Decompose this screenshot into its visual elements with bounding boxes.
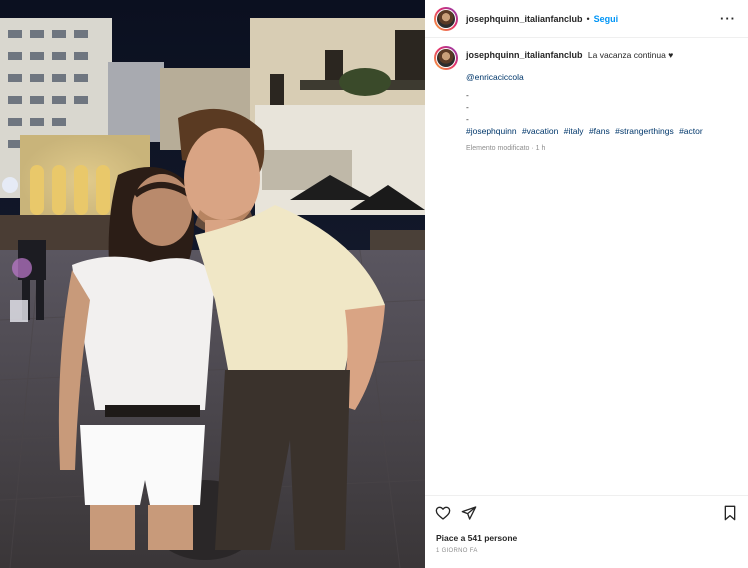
- post-footer: Piace a 541 persone 1 GIORNO FA: [425, 495, 748, 568]
- caption-dashes: - - -: [466, 89, 736, 125]
- hashtags: #josephquinn #vacation #italy #fans #str…: [466, 125, 736, 137]
- caption-body: josephquinn_italianfanclub La vacanza co…: [466, 46, 736, 155]
- hashtag-link[interactable]: #vacation: [522, 126, 558, 136]
- hashtag-link[interactable]: #actor: [679, 126, 703, 136]
- action-bar: [435, 505, 477, 526]
- mention-link[interactable]: @enricaciccola: [466, 72, 524, 82]
- edited-timestamp: Elemento modificato · 1 h: [466, 145, 546, 152]
- post-photo[interactable]: [0, 0, 425, 568]
- follow-button[interactable]: Segui: [594, 14, 619, 24]
- dash-line: -: [466, 102, 469, 112]
- more-options-icon[interactable]: ···: [720, 11, 736, 26]
- photo-illustration: [0, 0, 425, 568]
- post-details-panel: josephquinn_italianfanclub • Segui ··· j…: [425, 0, 748, 568]
- heart-icon[interactable]: [435, 505, 451, 526]
- post-header: josephquinn_italianfanclub • Segui ···: [425, 0, 748, 38]
- hashtag-link[interactable]: #italy: [564, 126, 584, 136]
- caption: josephquinn_italianfanclub La vacanza co…: [434, 46, 738, 155]
- hashtag-link[interactable]: #fans: [589, 126, 610, 136]
- dash-line: -: [466, 90, 469, 100]
- hashtag-link[interactable]: #strangerthings: [615, 126, 674, 136]
- caption-text: La vacanza continua ♥: [587, 50, 674, 60]
- paper-plane-icon[interactable]: [461, 505, 477, 526]
- caption-avatar[interactable]: [434, 46, 458, 70]
- caption-username[interactable]: josephquinn_italianfanclub: [466, 50, 583, 60]
- post-date: 1 GIORNO FA: [436, 548, 478, 554]
- dash-line: -: [466, 114, 469, 124]
- username-link[interactable]: josephquinn_italianfanclub: [466, 14, 583, 24]
- avatar[interactable]: [434, 6, 458, 31]
- separator-dot: •: [586, 13, 590, 24]
- hashtag-link[interactable]: #josephquinn: [466, 126, 517, 136]
- bookmark-icon[interactable]: [723, 505, 737, 526]
- likes-count[interactable]: Piace a 541 persone: [436, 533, 517, 543]
